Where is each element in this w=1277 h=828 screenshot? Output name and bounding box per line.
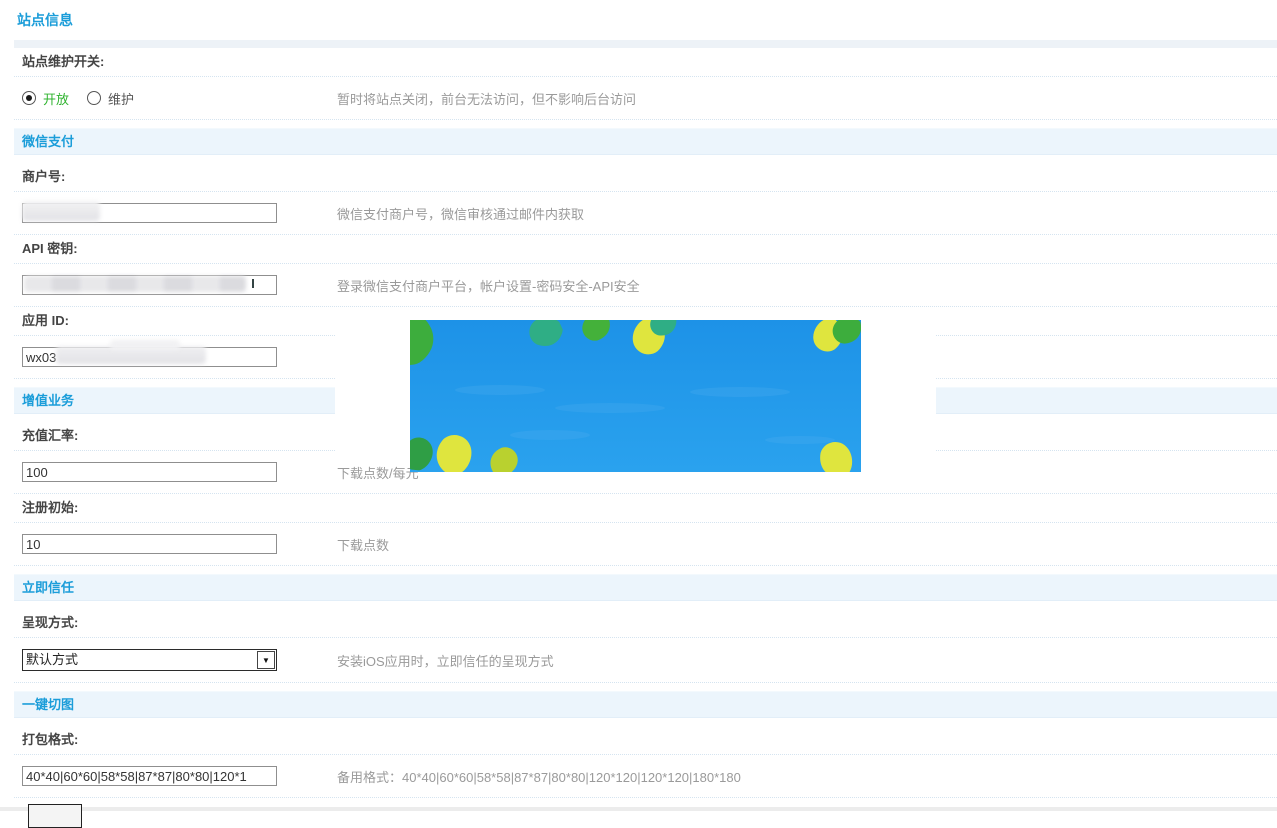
- header-divider-band: [14, 40, 1277, 48]
- register-initial-label: 注册初始:: [14, 494, 1277, 523]
- radio-open-icon[interactable]: [22, 91, 36, 105]
- site-switch-help: 暂时将站点关闭，前台无法访问，但不影响后台访问: [337, 89, 636, 108]
- bottom-strip: [0, 807, 1277, 811]
- pack-format-label: 打包格式:: [14, 726, 1277, 755]
- chevron-down-icon[interactable]: ▼: [257, 651, 275, 669]
- radio-maintain[interactable]: 维护: [87, 89, 134, 108]
- api-key-input-wrap: [22, 275, 277, 295]
- app-id-input-wrap: [22, 347, 277, 367]
- register-initial-input-wrap: [22, 534, 277, 554]
- section-one-key-cut: 一键切图: [14, 691, 1277, 718]
- recharge-rate-input[interactable]: [22, 462, 277, 482]
- recharge-rate-input-wrap: [22, 462, 277, 482]
- pack-format-input-wrap: [22, 766, 277, 786]
- section-trust-now: 立即信任: [14, 574, 1277, 601]
- api-key-help: 登录微信支付商户平台，帐户设置-密码安全-API安全: [337, 276, 640, 295]
- pack-format-input[interactable]: [22, 766, 277, 786]
- api-key-label: API 密钥:: [14, 235, 1277, 264]
- display-mode-select[interactable]: 默认方式 ▼: [22, 649, 277, 671]
- redaction-blur: [24, 276, 246, 292]
- display-mode-help: 安装iOS应用时，立即信任的呈现方式: [337, 651, 554, 670]
- pack-format-row: 备用格式：40*40|60*60|58*58|87*87|80*80|120*1…: [14, 755, 1277, 798]
- merchant-id-input-wrap: [22, 203, 277, 223]
- save-button-partial[interactable]: [28, 804, 82, 828]
- pack-format-help: 备用格式：40*40|60*60|58*58|87*87|80*80|120*1…: [337, 767, 741, 786]
- merchant-id-label: 商户号:: [14, 163, 1277, 192]
- merchant-id-help: 微信支付商户号，微信审核通过邮件内获取: [337, 204, 584, 223]
- register-initial-input[interactable]: [22, 534, 277, 554]
- radio-open-label: 开放: [43, 89, 69, 108]
- merchant-id-row: 微信支付商户号，微信审核通过邮件内获取: [14, 192, 1277, 235]
- redaction-blur: [22, 201, 100, 221]
- display-mode-selected-value: 默认方式: [23, 651, 257, 669]
- redaction-artifact: [252, 279, 254, 288]
- radio-open[interactable]: 开放: [22, 89, 69, 108]
- display-mode-row: 默认方式 ▼ 安装iOS应用时，立即信任的呈现方式: [14, 638, 1277, 683]
- api-key-row: 登录微信支付商户平台，帐户设置-密码安全-API安全: [14, 264, 1277, 307]
- radio-maintain-icon[interactable]: [87, 91, 101, 105]
- display-mode-label: 呈现方式:: [14, 609, 1277, 638]
- section-wechat-pay: 微信支付: [14, 128, 1277, 155]
- site-switch-row: 开放 维护 暂时将站点关闭，前台无法访问，但不影响后台访问: [14, 77, 1277, 120]
- radio-maintain-label: 维护: [108, 89, 134, 108]
- redaction-blur: [110, 340, 180, 350]
- leaf-sky-banner-image: [410, 320, 861, 472]
- register-initial-row: 下载点数: [14, 523, 1277, 566]
- register-initial-help: 下载点数: [337, 535, 389, 554]
- site-switch-label: 站点维护开关:: [14, 48, 1277, 77]
- page-title: 站点信息: [0, 0, 1277, 40]
